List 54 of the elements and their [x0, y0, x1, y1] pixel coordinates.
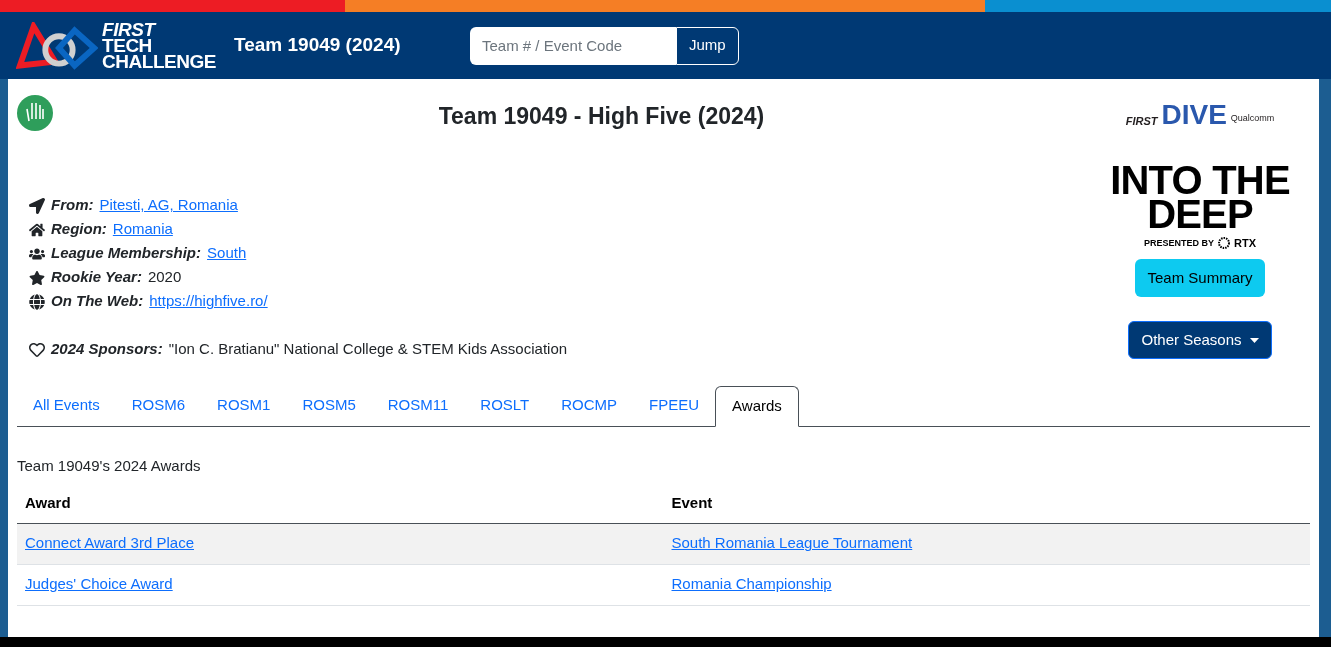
jump-button[interactable]: Jump [676, 26, 739, 65]
team-search-field[interactable]: Team # / Event Code [470, 26, 676, 65]
logo-text: FIRST [102, 21, 158, 38]
logo-text: FIRST [1125, 113, 1158, 129]
info-label: From: [51, 195, 94, 216]
event-tab[interactable]: All Events [17, 385, 116, 426]
logo-text: TECH [102, 37, 152, 54]
heart-icon [29, 341, 45, 358]
event-tab[interactable]: ROSM6 [115, 385, 202, 426]
table-link[interactable]: Judges' Choice Award [25, 575, 173, 593]
column-header: Award [17, 483, 664, 523]
logo-text: DEEP [1147, 197, 1253, 231]
event-tab[interactable]: ROSM11 [371, 385, 465, 426]
star-icon [29, 269, 45, 286]
info-link[interactable]: Romania [112, 218, 173, 241]
first-tech-challenge-logo[interactable]: FIRST TECH CHALLENGE [16, 21, 216, 70]
home-icon [29, 221, 45, 238]
logo-text: DIVE [1161, 101, 1227, 129]
awards-caption: Team 19049's 2024 Awards [17, 455, 202, 476]
globe-icon [29, 293, 45, 310]
location-arrow-icon [29, 197, 45, 214]
team-summary-button[interactable]: Team Summary [1135, 259, 1265, 297]
info-label: Region: [51, 219, 107, 240]
header-title: Team 19049 (2024) [234, 33, 402, 58]
team-logo-icon [17, 95, 53, 131]
caret-icon [1249, 337, 1259, 343]
event-tab[interactable]: Awards [715, 385, 799, 427]
table-link[interactable]: South Romania League Tournament [671, 534, 913, 552]
event-tab[interactable]: ROCMP [545, 385, 634, 426]
info-label: 2024 Sponsors: [51, 339, 163, 360]
logo-text: Qualcomm [1230, 111, 1275, 125]
info-link[interactable]: https://highfive.ro/ [149, 290, 268, 313]
event-tab[interactable]: ROSLT [464, 385, 546, 426]
logo-text: INTO THE [1110, 163, 1290, 197]
info-label: On The Web: [51, 291, 144, 312]
info-value: "Ion C. Bratianu" National College & STEM Kids Association [168, 339, 568, 360]
info-link[interactable]: Pitesti, AG, Romania [99, 194, 238, 217]
logo-text: RTX [1234, 237, 1256, 249]
table-link[interactable]: Romania Championship [671, 575, 832, 593]
info-link[interactable]: South [207, 242, 247, 265]
table-link[interactable]: Connect Award 3rd Place [25, 534, 194, 552]
info-label: Rookie Year: [51, 267, 142, 288]
page-title: Team 19049 - High Five (2024) [437, 102, 766, 131]
column-header: Event [663, 483, 1310, 523]
logo-text: PRESENTED BY [1144, 237, 1214, 249]
info-label: League Membership: [51, 243, 202, 264]
logo-text: CHALLENGE [102, 53, 216, 70]
event-tab[interactable]: ROSM1 [201, 385, 287, 426]
info-value: 2020 [147, 267, 182, 288]
burst-icon [1218, 237, 1230, 249]
logo-emblem-icon [16, 21, 99, 70]
other-seasons-button[interactable]: Other Seasons [1128, 321, 1272, 359]
event-tab[interactable]: ROSM5 [286, 385, 372, 426]
event-tab[interactable]: FPEEU [633, 385, 716, 426]
